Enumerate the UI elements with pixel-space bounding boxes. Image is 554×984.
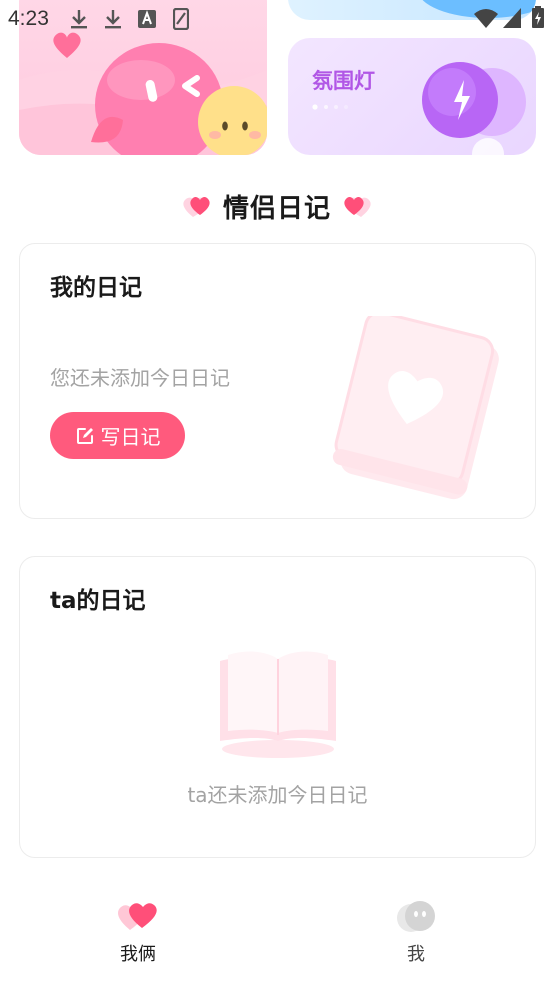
- ta-diary-empty-text: ta还未添加今日日记: [187, 783, 368, 807]
- status-bar: 4:23: [0, 0, 554, 38]
- face-icon: [397, 901, 435, 932]
- section-title: 情侣日记: [222, 193, 331, 224]
- wifi-icon: [474, 9, 498, 28]
- atmosphere-light-card[interactable]: 氛围灯: [288, 38, 536, 155]
- lightning-bulb-icon: [422, 62, 526, 155]
- battery-icon: [532, 6, 544, 28]
- atmosphere-light-title: 氛围灯: [312, 69, 375, 93]
- a-box-icon: [138, 10, 156, 28]
- edit-icon: [76, 427, 93, 444]
- bottom-nav: 我俩 我: [0, 884, 554, 984]
- couple-heart-icon: [118, 903, 157, 930]
- nav-tab-us[interactable]: 我俩: [78, 898, 198, 978]
- heart-icon: [344, 197, 371, 217]
- section-header: 情侣日记: [0, 184, 554, 228]
- screenshot-icon: [173, 8, 189, 30]
- write-diary-label: 写日记: [100, 425, 161, 449]
- download-icon: [105, 10, 121, 29]
- heart-icon: [183, 197, 210, 217]
- download-icon: [71, 10, 87, 29]
- carousel-dots: [312, 104, 348, 110]
- my-diary-card: 我的日记 您还未添加今日日记 写日记: [19, 243, 536, 519]
- nav-tab-me[interactable]: 我: [356, 898, 476, 978]
- signal-icon: [503, 8, 521, 28]
- status-time: 4:23: [8, 7, 49, 30]
- write-diary-button[interactable]: 写日记: [50, 412, 185, 459]
- ta-diary-heading: ta的日记: [50, 588, 146, 614]
- my-diary-empty-text: 您还未添加今日日记: [50, 366, 230, 390]
- diary-book-illustration: [332, 316, 499, 500]
- my-diary-heading: 我的日记: [50, 275, 142, 301]
- open-book-illustration: [220, 651, 336, 758]
- ta-diary-card: ta的日记 ta还未添加今日日记: [19, 556, 536, 858]
- nav-tab-us-label: 我俩: [120, 944, 156, 965]
- screen: 4:23 氛围灯 情侣日记 我的日记 您还未添加今日日记 写日记 ta的日记 t…: [0, 0, 554, 984]
- nav-tab-me-label: 我: [407, 944, 425, 965]
